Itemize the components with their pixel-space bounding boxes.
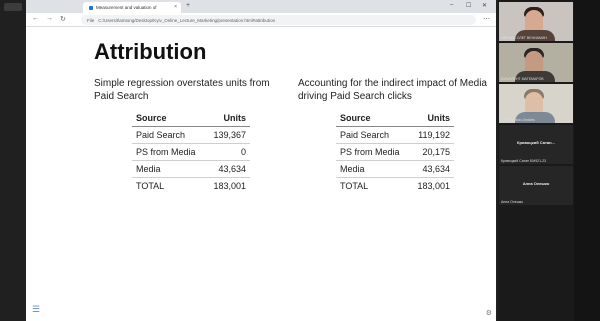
units-cell: 183,001 [410, 177, 454, 194]
source-cell: Paid Search [336, 126, 410, 144]
tab-presentation[interactable]: Measurement and valuation of × [83, 2, 181, 13]
forward-icon[interactable]: → [46, 15, 53, 22]
participant-tile[interactable]: Анна Олешко Анна Олешко [499, 166, 573, 205]
browser-window: Measurement and valuation of × + – ☐ ✕ ←… [4, 0, 496, 321]
tab-title: Measurement and valuation of [96, 5, 157, 10]
table-row: Paid Search 139,367 [132, 126, 250, 144]
left-column: Simple regression overstates units from … [94, 77, 284, 194]
new-tab-icon[interactable]: + [186, 2, 190, 9]
source-cell: PS from Media [132, 143, 206, 161]
column-header-units: Units [206, 110, 250, 127]
left-heading: Simple regression overstates units from … [94, 78, 270, 102]
column-header-source: Source [132, 110, 206, 127]
source-cell: Media [132, 160, 206, 178]
source-cell: Paid Search [132, 126, 206, 144]
hamburger-icon[interactable]: ☰ [32, 304, 40, 315]
table-row: PS from Media 0 [132, 143, 250, 161]
column-header-units: Units [410, 110, 454, 127]
minimize-icon[interactable]: – [450, 2, 453, 8]
units-cell: 43,634 [206, 160, 250, 178]
right-table: Source Units Paid Search 119,192 PS from… [336, 110, 454, 194]
gear-icon[interactable]: ⚙ [486, 309, 492, 317]
table-header-row: Source Units [132, 110, 250, 127]
column-header-source: Source [336, 110, 410, 127]
participant-display-name: Анна Олешко [522, 181, 550, 186]
close-tab-icon[interactable]: × [174, 4, 177, 10]
source-cell: PS from Media [336, 143, 410, 161]
back-icon[interactable]: ← [32, 15, 39, 22]
units-cell: 139,367 [206, 126, 250, 144]
slide-title: Attribution [94, 39, 207, 64]
file-scheme-label: File [87, 17, 95, 23]
screen-edge [574, 0, 600, 321]
participants-panel: ФИРЦЕВ ОЛЕГ ВЕНИАМИН ЮЛЬЯЛЕНТ МАТЕМАРОВ … [498, 0, 574, 321]
participant-tile[interactable]: ФИРЦЕВ ОЛЕГ ВЕНИАМИН [499, 2, 573, 41]
participant-tile[interactable]: ЮЛЬЯЛЕНТ МАТЕМАРОВ [499, 43, 573, 82]
close-window-icon[interactable]: ✕ [482, 2, 487, 9]
participant-name: ЮЛЬЯЛЕНТ МАТЕМАРОВ [501, 77, 544, 81]
address-bar: ← → ↻ File C:/Users/Ilamtong/Desktop/Kyi… [26, 13, 496, 27]
table-total-row: TOTAL 183,001 [336, 177, 454, 194]
url-text: C:/Users/Ilamtong/Desktop/Kyiv_Online_Le… [98, 17, 276, 23]
browser-menu-icon[interactable]: ⋯ [483, 15, 490, 23]
app-switcher-button[interactable] [4, 3, 22, 11]
units-cell: 0 [206, 143, 250, 161]
right-heading: Accounting for the indirect impact of Me… [298, 78, 487, 102]
units-cell: 20,175 [410, 143, 454, 161]
units-cell: 183,001 [206, 177, 250, 194]
right-column: Accounting for the indirect impact of Me… [298, 77, 498, 194]
participant-name: John Gordon-Geddes [501, 118, 535, 122]
favicon-icon [89, 5, 93, 10]
tab-strip: Measurement and valuation of × + – ☐ ✕ [4, 0, 496, 13]
table-row: Paid Search 119,192 [336, 126, 454, 144]
source-cell: TOTAL [132, 177, 206, 194]
units-cell: 119,192 [410, 126, 454, 144]
participant-tile[interactable]: Кривоцкий Сатан... Кривоцкий Сатан БМ921… [499, 125, 573, 164]
left-table: Source Units Paid Search 139,367 PS from… [132, 110, 250, 194]
participant-name: ФИРЦЕВ ОЛЕГ ВЕНИАМИН [501, 36, 547, 40]
table-row: Media 43,634 [132, 160, 250, 178]
reload-icon[interactable]: ↻ [60, 15, 66, 23]
participant-display-name: Кривоцкий Сатан... [517, 140, 555, 145]
table-row: Media 43,634 [336, 160, 454, 178]
slide: Attribution Simple regression overstates… [26, 27, 496, 321]
url-input[interactable]: File C:/Users/Ilamtong/Desktop/Kyiv_Onli… [81, 15, 476, 25]
units-cell: 43,634 [410, 160, 454, 178]
source-cell: TOTAL [336, 177, 410, 194]
participant-name: Анна Олешко [501, 200, 524, 204]
participant-name: Кривоцкий Сатан БМ921-23 [501, 159, 547, 163]
source-cell: Media [336, 160, 410, 178]
table-row: PS from Media 20,175 [336, 143, 454, 161]
maximize-icon[interactable]: ☐ [466, 2, 471, 9]
desktop-screen: { "browser": { "tab_title": "Measurement… [0, 0, 600, 321]
participant-tile[interactable]: John Gordon-Geddes [499, 84, 573, 123]
table-total-row: TOTAL 183,001 [132, 177, 250, 194]
table-header-row: Source Units [336, 110, 454, 127]
